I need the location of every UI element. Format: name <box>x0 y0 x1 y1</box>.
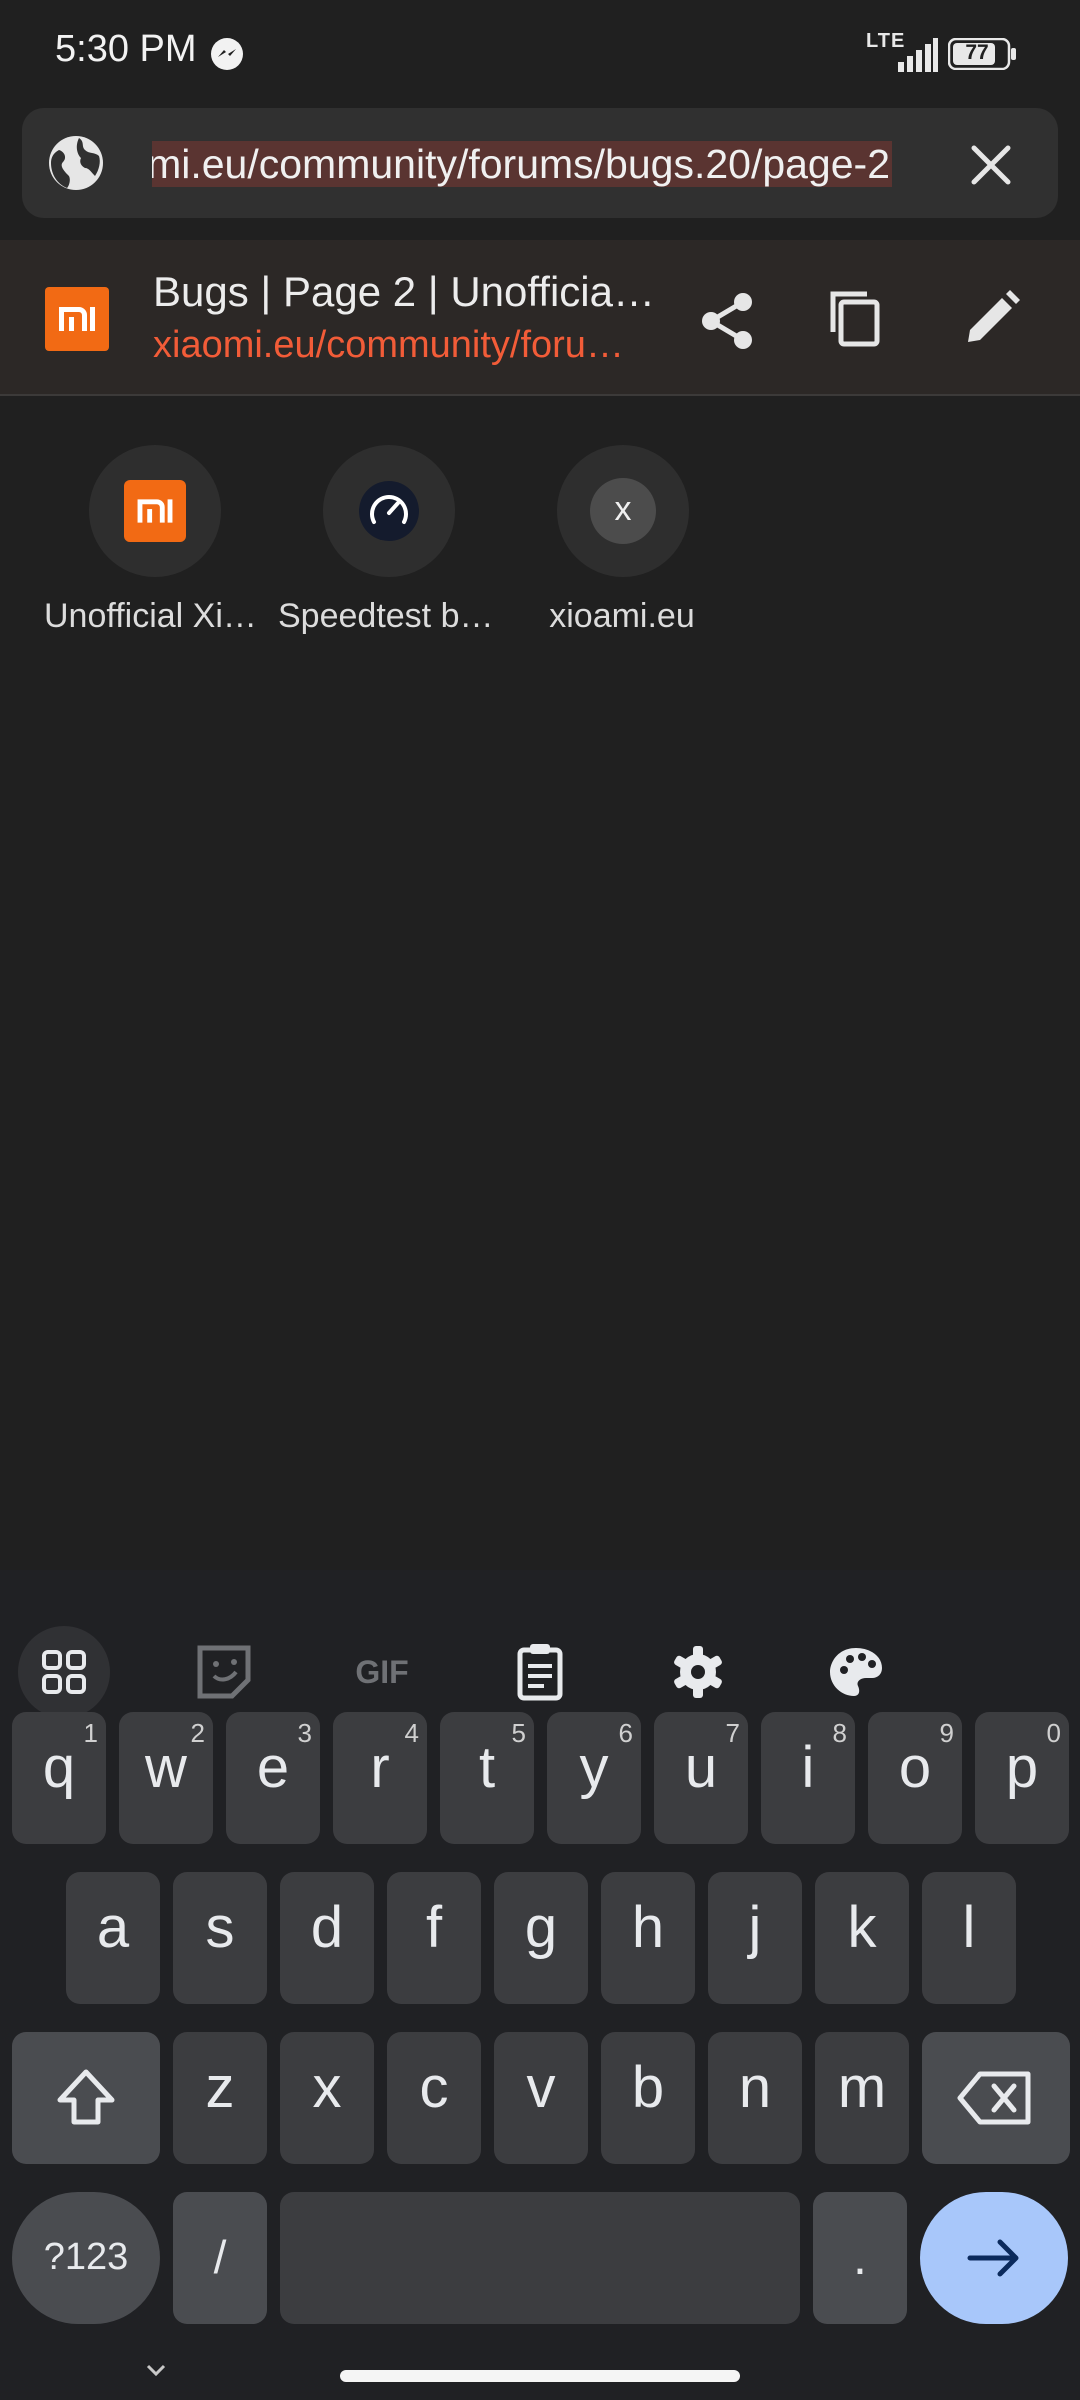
key-i[interactable]: i8 <box>761 1712 855 1844</box>
page-title: Bugs | Page 2 | Unofficial Xiaomi Europe… <box>153 268 658 315</box>
key-v[interactable]: v <box>494 2032 588 2164</box>
shortcut-label: Unofficial Xiaomi European Community <box>44 597 264 635</box>
key-w[interactable]: w2 <box>119 1712 213 1844</box>
key-t[interactable]: t5 <box>440 1712 534 1844</box>
key-h[interactable]: h <box>601 1872 695 2004</box>
share-icon[interactable] <box>693 286 763 356</box>
key-f[interactable]: f <box>387 1872 481 2004</box>
key-j[interactable]: j <box>708 1872 802 2004</box>
key-m[interactable]: m <box>815 2032 909 2164</box>
shortcut-label: xioami.eu <box>549 597 695 635</box>
key-n[interactable]: n <box>708 2032 802 2164</box>
palette-icon[interactable] <box>810 1626 902 1718</box>
mi-logo-icon <box>124 480 186 542</box>
shortcut-tile[interactable]: Unofficial Xiaomi European Community <box>44 445 264 645</box>
key-q[interactable]: q1 <box>12 1712 106 1844</box>
copy-icon[interactable] <box>823 284 893 354</box>
backspace-icon <box>957 2071 1031 2125</box>
key-a[interactable]: a <box>66 1872 160 2004</box>
settings-icon[interactable] <box>652 1626 744 1718</box>
space-key[interactable] <box>280 2192 800 2324</box>
key-p[interactable]: p0 <box>975 1712 1069 1844</box>
gif-button[interactable]: GIF <box>336 1626 428 1718</box>
shortcut-tile[interactable]: x xioami.eu <box>512 445 732 645</box>
clipboard-icon[interactable] <box>494 1626 586 1718</box>
symbols-key[interactable]: ?123 <box>12 2192 160 2324</box>
key-g[interactable]: g <box>494 1872 588 2004</box>
chevron-down-icon[interactable] <box>144 2362 168 2378</box>
key-b[interactable]: b <box>601 2032 695 2164</box>
shift-key[interactable] <box>12 2032 160 2164</box>
status-time: 5:30 PM <box>55 28 197 70</box>
speedometer-icon <box>359 481 419 541</box>
key-z[interactable]: z <box>173 2032 267 2164</box>
shift-icon <box>57 2069 115 2125</box>
key-o[interactable]: o9 <box>868 1712 962 1844</box>
edit-icon[interactable] <box>956 284 1026 354</box>
keyboard: GIF q1 w2 e3 r4 t5 y6 u7 i8 o9 p 0 a s d… <box>0 1570 1080 2400</box>
period-key[interactable]: . <box>813 2192 907 2324</box>
backspace-key[interactable] <box>922 2032 1070 2164</box>
key-y[interactable]: y6 <box>547 1712 641 1844</box>
mi-logo-icon <box>45 287 109 351</box>
messenger-icon <box>211 38 243 70</box>
key-d[interactable]: d <box>280 1872 374 2004</box>
key-k[interactable]: k <box>815 1872 909 2004</box>
gesture-nav-handle[interactable] <box>340 2370 740 2382</box>
go-key[interactable] <box>920 2192 1068 2324</box>
sticker-icon[interactable] <box>178 1626 270 1718</box>
close-icon[interactable] <box>960 134 1022 196</box>
shortcut-tile[interactable]: Speedtest by Ookla <box>278 445 498 645</box>
key-c[interactable]: c <box>387 2032 481 2164</box>
key-u[interactable]: u7 <box>654 1712 748 1844</box>
key-r[interactable]: r4 <box>333 1712 427 1844</box>
apps-grid-icon[interactable] <box>18 1626 110 1718</box>
page-url: xiaomi.eu/community/forums/bugs.20/page-… <box>153 324 653 366</box>
slash-key[interactable]: / <box>173 2192 267 2324</box>
url-input[interactable]: xiaomi.eu/community/forums/bugs.20/page-… <box>152 141 892 187</box>
key-e[interactable]: e3 <box>226 1712 320 1844</box>
battery-level: 77 <box>965 41 989 64</box>
signal-icon <box>898 38 938 72</box>
letter-icon: x <box>590 478 656 544</box>
shortcut-label: Speedtest by Ookla <box>278 597 498 635</box>
current-page-suggestion[interactable] <box>0 240 1080 396</box>
key-x[interactable]: x <box>280 2032 374 2164</box>
key-s[interactable]: s <box>173 1872 267 2004</box>
globe-icon <box>49 136 103 190</box>
key-l[interactable]: l <box>922 1872 1016 2004</box>
arrow-right-icon <box>967 2239 1019 2277</box>
